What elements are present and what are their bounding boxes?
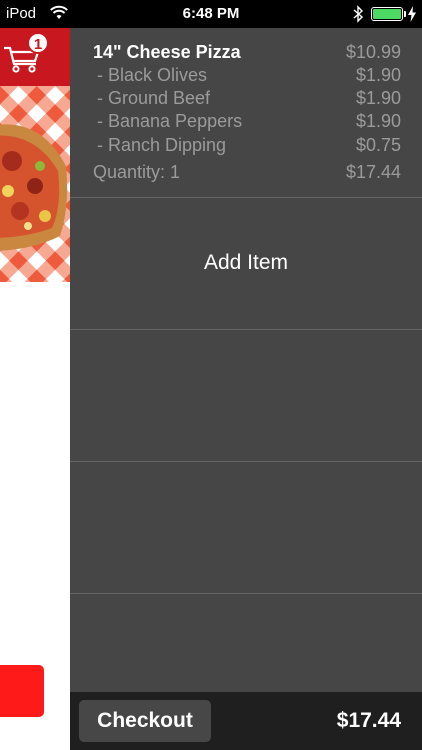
item-price: $10.99 <box>345 42 401 62</box>
option-price: $1.90 <box>355 111 401 131</box>
option-label: - Banana Peppers <box>97 111 243 131</box>
item-row: 14" Cheese Pizza $10.99 <box>70 42 422 66</box>
add-item-label: Add Item <box>203 251 289 274</box>
option-label: - Black Olives <box>97 65 208 85</box>
empty-slot <box>70 462 422 594</box>
option-label: - Ground Beef <box>97 88 211 108</box>
battery-level <box>373 9 401 19</box>
option-price: $0.75 <box>355 135 401 155</box>
option-row: - Ground Beef $1.90 <box>70 88 422 112</box>
option-row: - Black Olives $1.90 <box>70 65 422 89</box>
option-price: $1.90 <box>355 65 401 85</box>
add-item-slot[interactable]: Add Item <box>70 198 422 330</box>
empty-slot <box>70 594 422 692</box>
charging-bolt-icon <box>408 6 416 22</box>
quantity-row: Quantity: 1 $17.44 <box>70 162 422 186</box>
line-total: $17.44 <box>345 162 401 182</box>
background-app: 1 <box>0 28 70 750</box>
empty-slot <box>70 330 422 462</box>
option-label: - Ranch Dipping <box>97 135 227 155</box>
option-row: - Banana Peppers $1.90 <box>70 111 422 135</box>
checkout-button[interactable]: Checkout <box>79 700 211 742</box>
option-row: - Ranch Dipping $0.75 <box>70 135 422 159</box>
cart-total: $17.44 <box>336 709 401 732</box>
battery-icon <box>371 7 403 21</box>
battery-tip <box>404 11 406 17</box>
option-price: $1.90 <box>355 88 401 108</box>
status-bar: iPod 6:48 PM <box>0 0 422 28</box>
order-button[interactable] <box>0 665 44 717</box>
checkout-bar: Checkout $17.44 <box>70 692 422 750</box>
cart-count-badge: 1 <box>27 32 49 54</box>
item-name: 14" Cheese Pizza <box>93 42 241 62</box>
cart-line-item[interactable]: 14" Cheese Pizza $10.99 - Black Olives $… <box>70 28 422 198</box>
quantity-label: Quantity: 1 <box>93 162 181 182</box>
app-header: 1 <box>0 28 70 86</box>
bluetooth-icon <box>353 5 364 23</box>
pizza-image <box>0 86 70 282</box>
cart-panel: 14" Cheese Pizza $10.99 - Black Olives $… <box>70 28 422 692</box>
